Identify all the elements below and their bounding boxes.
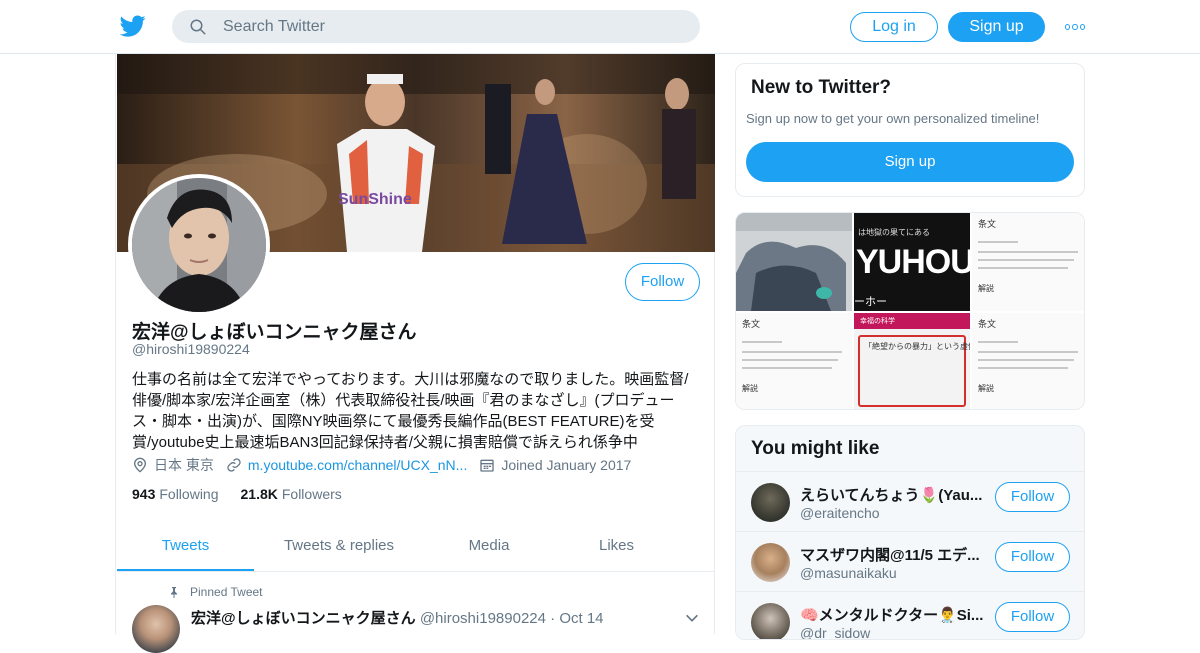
user-follow-button[interactable]: Follow xyxy=(995,482,1070,512)
doc-section-2: 解説 xyxy=(742,384,758,393)
search-input[interactable] xyxy=(223,17,663,36)
search-icon xyxy=(190,19,206,34)
doc-section-1: 解説 xyxy=(978,284,994,293)
joined-text: Joined January 2017 xyxy=(501,457,632,473)
profile-name: 宏洋@しょぼいコンニャク屋さん xyxy=(132,322,417,343)
tweet-author-handle[interactable]: @hiroshi19890224 xyxy=(420,610,546,627)
profile-meta: 日本 東京 m.youtube.com/channel/UCX_nN... Jo… xyxy=(132,455,643,475)
media-thumb-article[interactable]: 幸福の科学 「絶望からの暴力」という虚偽 xyxy=(854,313,970,409)
tweet-avatar[interactable] xyxy=(132,605,180,653)
more-dots-icon[interactable] xyxy=(1065,24,1085,30)
user-avatar[interactable] xyxy=(751,603,790,639)
media-thumb-yuhou[interactable]: は地獄の果てにある YUHOU ーホー xyxy=(854,213,970,311)
chevron-down-icon[interactable] xyxy=(684,610,700,626)
link-icon xyxy=(227,458,241,472)
new-to-twitter-subtitle: Sign up now to get your own personalized… xyxy=(746,111,1040,126)
pinned-text: Pinned Tweet xyxy=(190,585,263,599)
clothes-photo xyxy=(736,213,852,311)
followers-stat[interactable]: 21.8K Followers xyxy=(241,486,342,502)
yuhou-caption: は地獄の果てにある xyxy=(858,228,930,237)
user-handle: @dr_sidow xyxy=(800,625,871,640)
search-box[interactable] xyxy=(172,10,700,43)
tweet-header: 宏洋@しょぼいコンニャク屋さん @hiroshi19890224 · Oct 1… xyxy=(191,607,604,628)
media-thumb-doc-3[interactable]: 条文 解説 xyxy=(972,313,1084,409)
following-label: Following xyxy=(159,486,219,502)
suggested-user[interactable]: えらいてんちょう🌷(Yau... @eraitencho Follow xyxy=(736,471,1084,531)
profile-column: SunShine Follow 宏洋@しょぼいコンニャク屋さん @hiroshi… xyxy=(115,54,715,653)
doc-header-3: 条文 xyxy=(978,319,997,329)
avatar-photo xyxy=(132,178,266,312)
calendar-icon xyxy=(480,459,495,472)
user-name[interactable]: マスザワ内閣@11/5 エデ... xyxy=(800,544,985,565)
user-name[interactable]: えらいてんちょう🌷(Yau... xyxy=(800,484,985,505)
you-might-like-title: You might like xyxy=(751,438,880,459)
user-follow-button[interactable]: Follow xyxy=(995,542,1070,572)
svg-text:SunShine: SunShine xyxy=(338,191,412,208)
tab-media[interactable]: Media xyxy=(424,520,554,571)
article-title: 「絶望からの暴力」という虚偽 xyxy=(864,342,970,351)
location-text: 日本 東京 xyxy=(154,457,214,473)
tweet-date[interactable]: Oct 14 xyxy=(559,610,603,627)
new-to-twitter-title: New to Twitter? xyxy=(751,77,892,98)
profile-stats: 943 Following 21.8K Followers xyxy=(132,486,364,502)
user-avatar[interactable] xyxy=(751,483,790,522)
media-grid: は地獄の果てにある YUHOU ーホー 条文 解説 条文 解説 幸福の科学 「絶… xyxy=(735,212,1085,410)
media-thumb-doc-1[interactable]: 条文 解説 xyxy=(972,213,1084,311)
profile-joined: Joined January 2017 xyxy=(479,457,631,473)
new-to-twitter-card: New to Twitter? Sign up now to get your … xyxy=(735,63,1085,197)
yuhou-title: YUHOU xyxy=(856,243,970,281)
article-bar-text: 幸福の科学 xyxy=(860,318,895,325)
you-might-like-card: You might like えらいてんちょう🌷(Yau... @eraiten… xyxy=(735,425,1085,640)
profile-location: 日本 東京 xyxy=(132,455,214,475)
doc-section-3: 解説 xyxy=(978,384,994,393)
user-follow-button[interactable]: Follow xyxy=(995,602,1070,632)
pin-icon xyxy=(171,587,177,598)
tab-tweets-replies[interactable]: Tweets & replies xyxy=(254,520,424,571)
user-handle: @eraitencho xyxy=(800,505,880,521)
user-name[interactable]: 🧠メンタルドクター👨‍⚕️Si... xyxy=(800,604,985,625)
url-link[interactable]: m.youtube.com/channel/UCX_nN... xyxy=(248,457,467,473)
pinned-label: Pinned Tweet xyxy=(168,585,263,599)
top-bar: Log in Sign up xyxy=(0,0,1200,54)
media-thumb-clothes[interactable] xyxy=(736,213,852,311)
tab-tweets[interactable]: Tweets xyxy=(117,520,254,571)
suggested-user[interactable]: 🧠メンタルドクター👨‍⚕️Si... @dr_sidow Follow xyxy=(736,591,1084,640)
profile-avatar[interactable] xyxy=(128,174,270,316)
twitter-bird-icon[interactable] xyxy=(120,13,146,39)
doc-header-2: 条文 xyxy=(742,319,761,329)
user-avatar[interactable] xyxy=(751,543,790,582)
followers-label: Followers xyxy=(281,486,342,502)
following-count: 943 xyxy=(132,486,156,502)
following-stat[interactable]: 943 Following xyxy=(132,486,219,502)
login-button[interactable]: Log in xyxy=(850,12,938,42)
tab-likes[interactable]: Likes xyxy=(554,520,679,571)
tweet-author-name[interactable]: 宏洋@しょぼいコンニャク屋さん xyxy=(191,610,416,627)
media-thumb-doc-2[interactable]: 条文 解説 xyxy=(736,313,852,409)
profile-bio: 仕事の名前は全て宏洋でやっております。大川は邪魔なので取りました。映画監督/俳優… xyxy=(132,371,689,451)
location-pin-icon xyxy=(133,457,147,473)
followers-count: 21.8K xyxy=(240,486,278,502)
yuhou-subtitle: ーホー xyxy=(854,296,887,308)
doc-header-1: 条文 xyxy=(978,219,997,229)
follow-button[interactable]: Follow xyxy=(625,263,700,301)
profile-tabs: Tweets Tweets & replies Media Likes xyxy=(117,520,715,572)
tweet-separator: · xyxy=(550,610,556,627)
suggested-user[interactable]: マスザワ内閣@11/5 エデ... @masunaikaku Follow xyxy=(736,531,1084,591)
sidebar-signup-button[interactable]: Sign up xyxy=(746,142,1074,182)
signup-button[interactable]: Sign up xyxy=(948,12,1045,42)
user-handle: @masunaikaku xyxy=(800,565,897,581)
profile-handle[interactable]: @hiroshi19890224 xyxy=(132,341,250,357)
profile-url[interactable]: m.youtube.com/channel/UCX_nN... xyxy=(226,457,467,473)
